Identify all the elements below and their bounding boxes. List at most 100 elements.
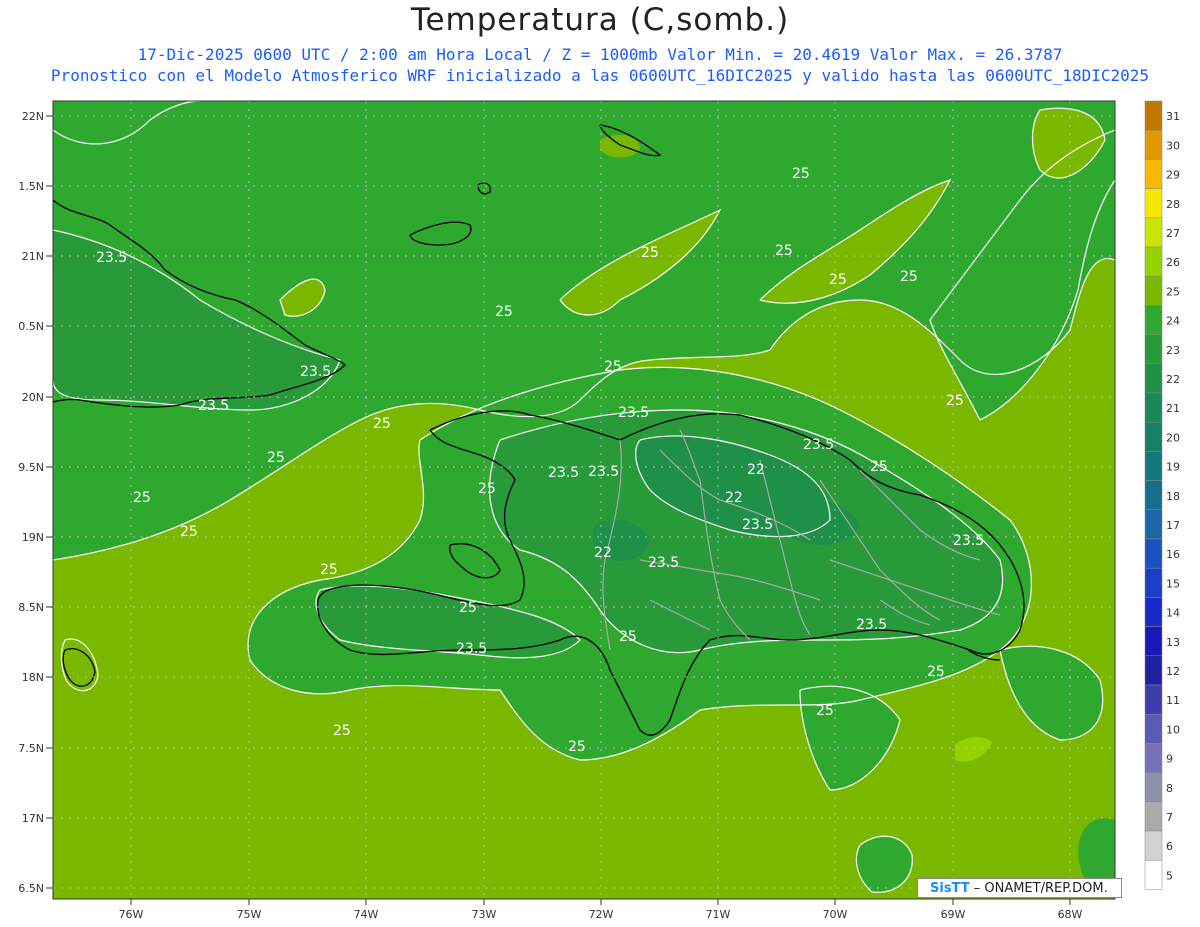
lat-label: 7.5N (18, 742, 44, 755)
colorbar-swatch (1144, 100, 1163, 131)
colorbar-swatch (1144, 859, 1163, 890)
contour-label: 23.5 (618, 405, 649, 421)
colorbar-label: 19 (1166, 461, 1180, 474)
contour-label: 25 (495, 304, 513, 320)
contour-label: 25 (641, 245, 659, 261)
contour-label: 25 (816, 703, 834, 719)
colorbar-swatch (1144, 421, 1163, 452)
colorbar-label: 15 (1166, 577, 1180, 590)
contour-label: 25 (568, 739, 586, 755)
contour-label: 25 (333, 723, 351, 739)
sistt-logo: SisTT (930, 881, 970, 896)
contour-label: 25 (320, 562, 338, 578)
lat-label: 0.5N (18, 320, 44, 333)
colorbar-label: 20 (1166, 431, 1180, 444)
colorbar-swatch (1144, 188, 1163, 219)
lon-label: 70W (823, 908, 848, 921)
colorbar-swatch (1144, 713, 1163, 744)
colorbar-label: 13 (1166, 636, 1180, 649)
colorbar-label: 10 (1166, 723, 1180, 736)
colorbar-label: 11 (1166, 694, 1180, 707)
colorbar-label: 22 (1166, 373, 1180, 386)
contour-label: 23.5 (648, 555, 679, 571)
lat-label: 22N (22, 110, 44, 123)
colorbar-label: 30 (1166, 139, 1180, 152)
colorbar-label: 6 (1166, 840, 1173, 853)
contour-label: 25 (619, 629, 637, 645)
lat-label: 9.5N (18, 461, 44, 474)
contour-label: 25 (792, 166, 810, 182)
colorbar-label: 5 (1166, 869, 1173, 882)
contour-label: 25 (775, 243, 793, 259)
contour-label: 25 (267, 450, 285, 466)
colorbar-swatch (1144, 830, 1163, 861)
colorbar-label: 16 (1166, 548, 1180, 561)
colorbar-swatch (1144, 305, 1163, 335)
colorbar-label: 17 (1166, 519, 1180, 532)
colorbar-label: 18 (1166, 490, 1180, 503)
lat-label: 18N (22, 671, 44, 684)
contour-label: 23.5 (548, 465, 579, 481)
colorbar-label: 31 (1166, 110, 1180, 123)
lat-label: 8.5N (18, 601, 44, 614)
colorbar-swatch (1144, 275, 1163, 306)
lon-label: 73W (472, 908, 497, 921)
colorbar-label: 21 (1166, 402, 1180, 415)
contour-label: 25 (927, 664, 945, 680)
colorbar-label: 25 (1166, 285, 1180, 298)
contour-label: 23.5 (803, 437, 834, 453)
contour-label: 25 (373, 416, 391, 432)
credit-box: SisTT – ONAMET/REP.DOM. (917, 878, 1122, 898)
credit-text: – ONAMET/REP.DOM. (973, 881, 1108, 896)
colorbar-swatch (1144, 801, 1163, 832)
colorbar-label: 7 (1166, 811, 1173, 824)
colorbar-swatch (1144, 159, 1163, 189)
contour-label: 25 (604, 359, 622, 375)
contour-label: 25 (133, 490, 151, 506)
contour-label: 23.5 (96, 250, 127, 266)
temperature-map: 22N 1.5N 21N 0.5N 20N 9.5N 19N 8.5N 18N … (18, 100, 1180, 921)
lon-label: 76W (119, 908, 144, 921)
lat-label: 6.5N (18, 882, 44, 895)
lon-label: 74W (354, 908, 379, 921)
colorbar-swatch (1144, 246, 1163, 277)
colorbar-swatch (1144, 363, 1163, 394)
colorbar-swatch (1144, 626, 1163, 657)
contour-label: 25 (478, 481, 496, 497)
colorbar: 31 30 29 28 27 26 25 24 23 22 21 20 19 18 17 16 15 14 13 12… (1144, 100, 1180, 890)
contour-label: 22 (747, 462, 765, 478)
contour-label: 23.5 (953, 533, 984, 549)
lon-label: 71W (706, 908, 731, 921)
contour-label: 25 (870, 459, 888, 475)
colorbar-label: 12 (1166, 665, 1180, 678)
colorbar-label: 26 (1166, 256, 1180, 269)
colorbar-swatch (1144, 567, 1163, 598)
colorbar-swatch (1144, 217, 1163, 248)
colorbar-label: 8 (1166, 782, 1173, 795)
contour-label: 25 (829, 272, 847, 288)
lat-label: 17N (22, 812, 44, 825)
lat-label: 21N (22, 250, 44, 263)
contour-label: 25 (946, 393, 964, 409)
contour-label: 23.5 (742, 517, 773, 533)
lon-label: 69W (941, 908, 966, 921)
lon-axis: 76W 75W 74W 73W 72W 71W 70W 69W 68W (119, 899, 1083, 921)
contour-label: 23.5 (856, 617, 887, 633)
colorbar-label: 9 (1166, 753, 1173, 766)
colorbar-swatch (1144, 509, 1163, 540)
colorbar-swatch (1144, 655, 1163, 686)
contour-label: 22 (725, 490, 743, 506)
contour-label: 25 (180, 524, 198, 540)
colorbar-label: 14 (1166, 607, 1180, 620)
colorbar-swatch (1144, 334, 1163, 365)
colorbar-swatch (1144, 743, 1163, 773)
lat-label: 1.5N (18, 180, 44, 193)
contour-label: 23.5 (198, 398, 229, 414)
contour-label: 25 (459, 600, 477, 616)
colorbar-swatch (1144, 392, 1163, 423)
lon-label: 72W (589, 908, 614, 921)
lon-label: 75W (237, 908, 262, 921)
contour-label: 23.5 (456, 641, 487, 657)
colorbar-swatch (1144, 451, 1163, 481)
colorbar-swatch (1144, 684, 1163, 715)
